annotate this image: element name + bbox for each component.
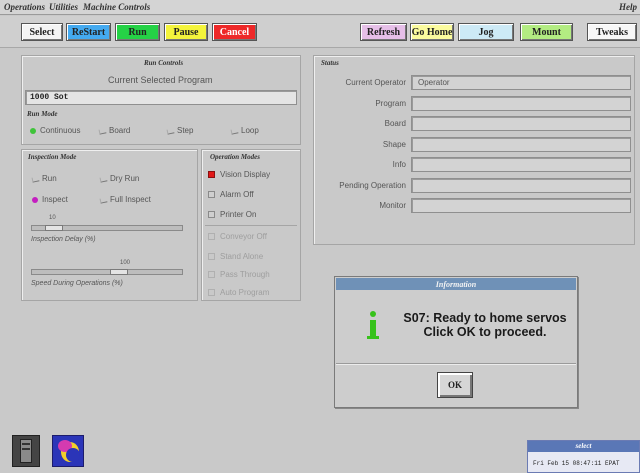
run-controls-title: Run Controls	[144, 59, 184, 67]
radio-unselected-icon	[231, 128, 237, 134]
operation-modes-divider	[205, 225, 297, 226]
status-field-board	[411, 116, 631, 131]
pass-through-checkbox: Pass Through	[208, 270, 270, 279]
current-program-label: Current Selected Program	[108, 75, 213, 85]
pause-button[interactable]: Pause	[164, 23, 208, 41]
mode-step-radio[interactable]: Step	[167, 126, 193, 135]
checkbox-checked-icon	[208, 171, 215, 178]
speed-value: 100	[120, 260, 131, 266]
conveyor-off-checkbox: Conveyor Off	[208, 232, 267, 241]
inspection-dry-run-radio[interactable]: Dry Run	[100, 174, 139, 183]
go-home-button[interactable]: Go Home	[410, 23, 454, 41]
dialog-message: S07: Ready to home servos Click OK to pr…	[395, 311, 575, 339]
jog-button[interactable]: Jog	[458, 23, 514, 41]
cancel-button[interactable]: Cancel	[212, 23, 257, 41]
status-label-monitor: Monitor	[379, 201, 406, 210]
radio-unselected-icon	[32, 176, 38, 182]
status-field-program	[411, 96, 631, 111]
inspection-mode-title: Inspection Mode	[28, 153, 77, 161]
mode-continuous-radio[interactable]: Continuous	[30, 126, 80, 135]
dialog-message-line2: Click OK to proceed.	[423, 325, 547, 339]
operation-modes-title: Operation Modes	[210, 153, 260, 161]
inspection-delay-label: Inspection Delay (%)	[31, 236, 96, 243]
mode-board-radio[interactable]: Board	[99, 126, 130, 135]
printer-on-checkbox[interactable]: Printer On	[208, 210, 256, 219]
checkbox-unchecked-icon	[208, 233, 215, 240]
toolbar: Select ReStart Run Pause Cancel Refresh …	[0, 16, 640, 48]
status-panel: Status Current Operator Operator Program Bo…	[313, 55, 635, 245]
status-field-pending-operation	[411, 178, 631, 193]
radio-unselected-icon	[100, 176, 106, 182]
alarm-off-checkbox[interactable]: Alarm Off	[208, 190, 254, 199]
status-field-current-operator: Operator	[411, 75, 631, 90]
radio-unselected-icon	[99, 128, 105, 134]
checkbox-unchecked-icon	[208, 289, 215, 296]
dialog-separator	[336, 363, 576, 364]
select-button[interactable]: Select	[21, 23, 63, 41]
program-field[interactable]: 1000 Sot	[25, 90, 297, 105]
inspection-run-radio[interactable]: Run	[32, 174, 57, 183]
status-label-current-operator: Current Operator	[345, 78, 406, 87]
status-label-board: Board	[384, 119, 406, 128]
status-field-shape	[411, 137, 631, 152]
refresh-button[interactable]: Refresh	[360, 23, 407, 41]
tweaks-button[interactable]: Tweaks	[587, 23, 637, 41]
run-button[interactable]: Run	[115, 23, 160, 41]
dialog-message-line1: S07: Ready to home servos	[403, 311, 567, 325]
checkbox-unchecked-icon	[208, 253, 215, 260]
run-mode-title: Run Mode	[27, 110, 58, 118]
info-icon	[367, 311, 379, 341]
status-label-shape: Shape	[382, 140, 406, 149]
menu-help[interactable]: Help	[619, 2, 637, 12]
inspection-delay-slider-handle[interactable]	[45, 225, 63, 231]
checkbox-unchecked-icon	[208, 191, 215, 198]
inspection-inspect-radio[interactable]: Inspect	[32, 195, 68, 204]
program-value: 1000 Sot	[30, 93, 69, 102]
information-dialog: Information S07: Ready to home servos Cl…	[334, 276, 578, 408]
status-label-pending-operation: Pending Operation	[339, 181, 406, 190]
radio-selected-icon	[32, 196, 38, 203]
launcher-icon[interactable]	[52, 435, 84, 467]
run-controls-panel: Run Controls Current Selected Program 10…	[21, 55, 301, 145]
status-value: Operator	[418, 78, 450, 87]
inspection-full-inspect-radio[interactable]: Full Inspect	[100, 195, 151, 204]
status-field-monitor	[411, 198, 631, 213]
status-field-info	[411, 157, 631, 172]
radio-unselected-icon	[100, 197, 106, 203]
stand-alone-checkbox: Stand Alone	[208, 252, 263, 261]
inspection-delay-slider[interactable]	[31, 225, 183, 231]
inspection-mode-panel: Inspection Mode Run Dry Run Inspect Full…	[21, 149, 198, 301]
mode-loop-radio[interactable]: Loop	[231, 126, 259, 135]
speed-slider-handle[interactable]	[110, 269, 128, 275]
status-label-program: Program	[375, 99, 406, 108]
menu-operations[interactable]: Operations	[4, 2, 45, 12]
restart-button[interactable]: ReStart	[66, 23, 111, 41]
status-label-info: Info	[392, 160, 406, 169]
clock-text: Fri Feb 15 08:47:11 EPAT	[533, 460, 620, 467]
server-icon[interactable]	[12, 435, 40, 467]
radio-selected-icon	[30, 127, 36, 134]
inspection-delay-value: 10	[49, 215, 56, 221]
speed-slider[interactable]	[31, 269, 183, 275]
menu-utilities[interactable]: Utilities	[49, 2, 78, 12]
menu-bar: Operations Utilities Machine Controls He…	[0, 0, 640, 15]
dialog-title-bar: Information	[336, 278, 576, 290]
select-mini-window[interactable]: select Fri Feb 15 08:47:11 EPAT	[527, 440, 640, 473]
speed-label: Speed During Operations (%)	[31, 280, 123, 287]
ok-button[interactable]: OK	[437, 372, 473, 398]
operation-modes-panel: Operation Modes Vision Display Alarm Off…	[201, 149, 301, 301]
auto-program-checkbox: Auto Program	[208, 288, 269, 297]
mount-button[interactable]: Mount	[520, 23, 573, 41]
mini-window-title: select	[528, 441, 639, 452]
checkbox-unchecked-icon	[208, 211, 215, 218]
radio-unselected-icon	[167, 128, 173, 134]
checkbox-unchecked-icon	[208, 271, 215, 278]
menu-machine-controls[interactable]: Machine Controls	[83, 2, 150, 12]
vision-display-checkbox[interactable]: Vision Display	[208, 170, 270, 179]
status-title: Status	[321, 59, 339, 67]
